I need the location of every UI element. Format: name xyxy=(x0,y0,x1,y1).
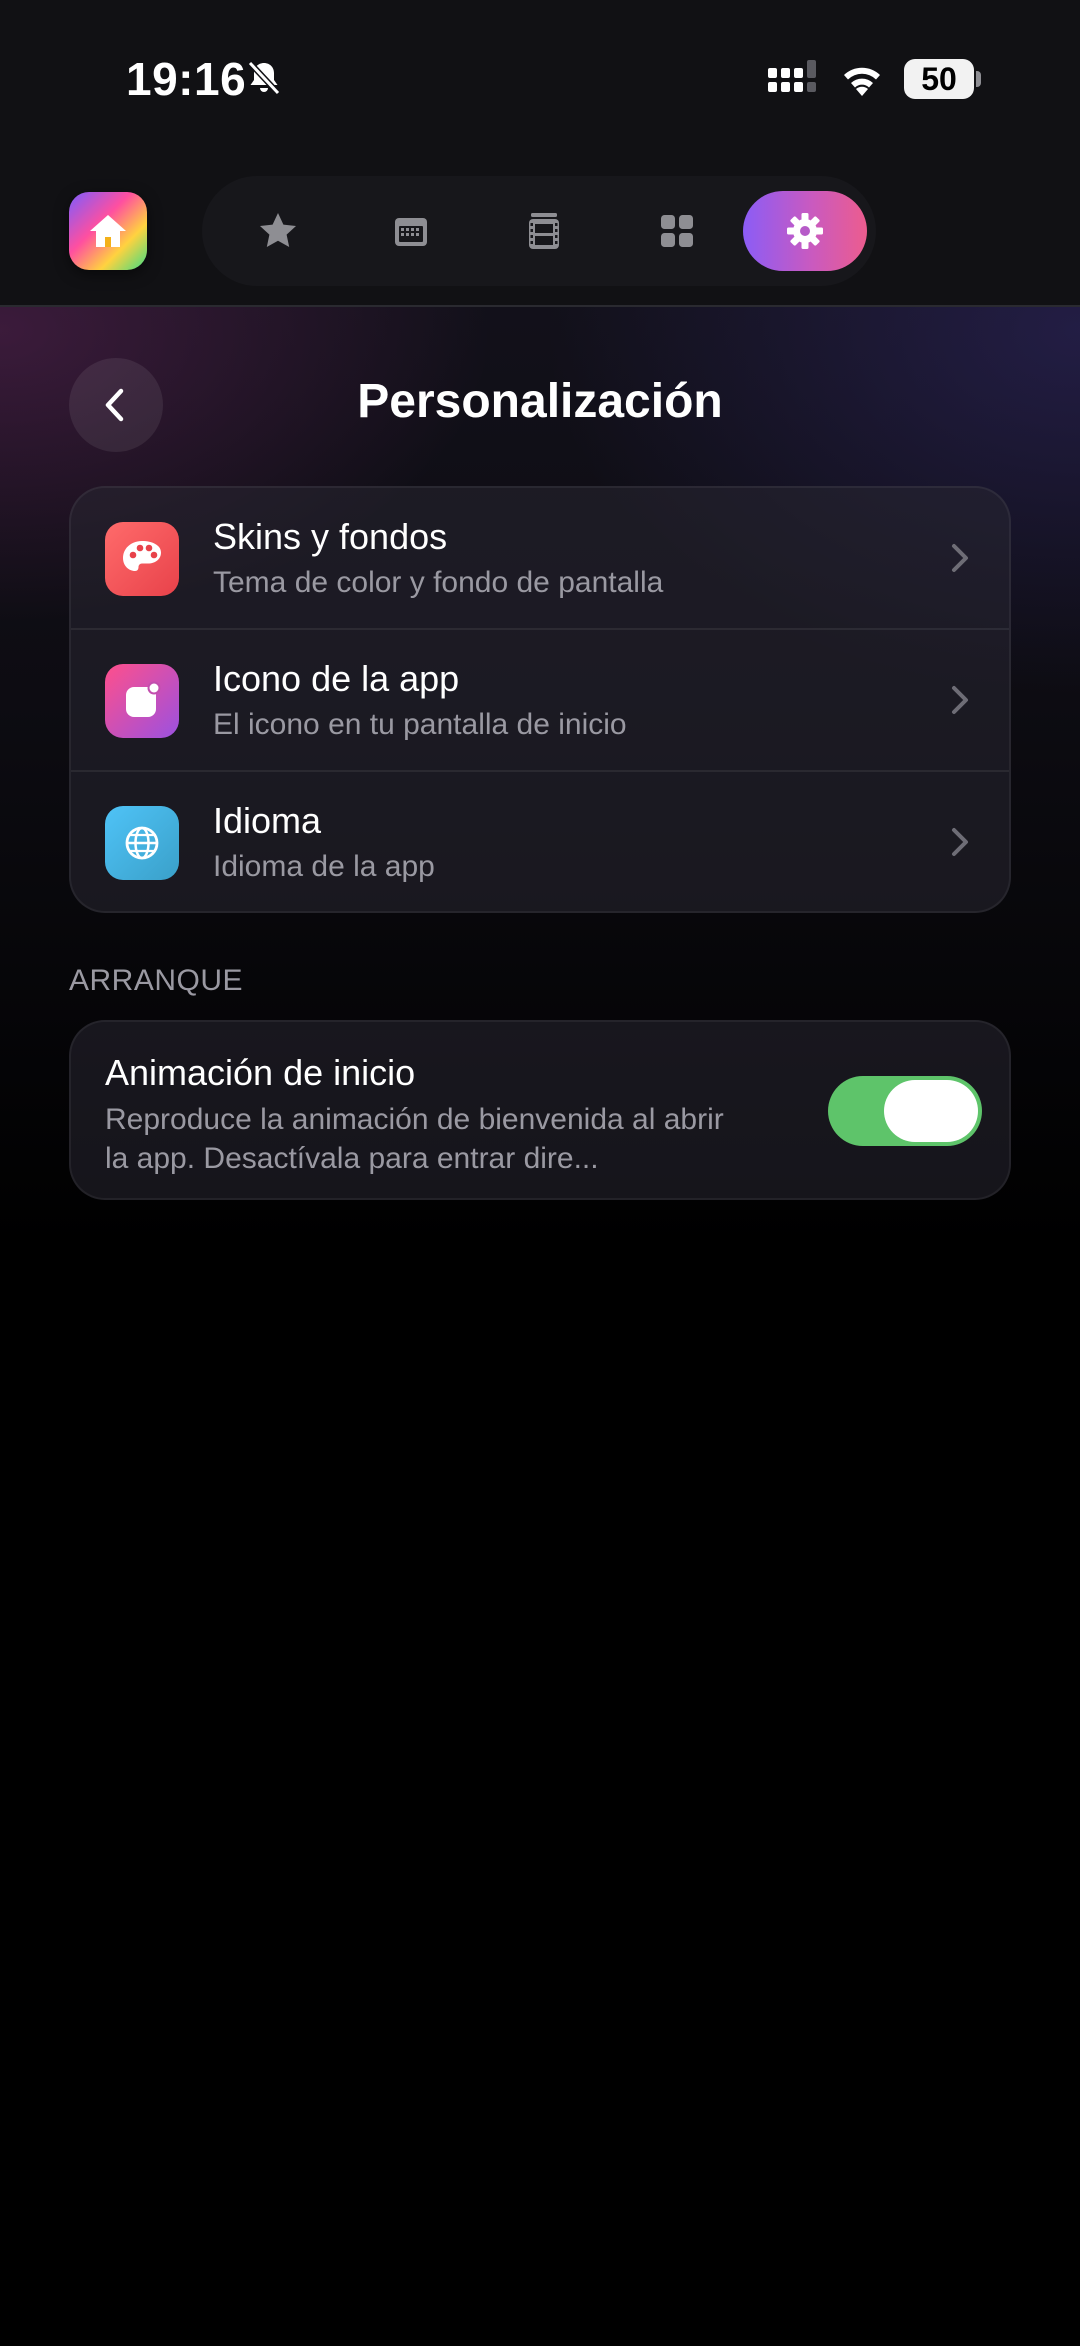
tab-settings[interactable] xyxy=(743,191,867,271)
top-bar: 19:16 50 xyxy=(0,0,1080,307)
startup-animation-card: Animación de inicio Reproduce la animaci… xyxy=(69,1020,1011,1200)
startup-animation-toggle[interactable] xyxy=(828,1076,982,1146)
app-icon-icon xyxy=(105,664,179,738)
language-subtitle: Idioma de la app xyxy=(213,850,435,883)
screen: 19:16 50 Personalización Skins y fondos … xyxy=(0,0,1080,2346)
language-title: Idioma xyxy=(213,800,322,841)
star-icon xyxy=(260,213,296,247)
app-icon-title: Icono de la app xyxy=(213,658,460,699)
film-icon xyxy=(529,213,559,249)
house-icon xyxy=(90,215,126,247)
tab-grid[interactable] xyxy=(638,192,716,270)
grid-icon xyxy=(661,215,693,247)
skins-subtitle: Tema de color y fondo de pantalla xyxy=(213,566,664,599)
settings-item-skins[interactable]: Skins y fondos Tema de color y fondo de … xyxy=(71,488,1009,630)
wifi-icon xyxy=(844,67,880,96)
tab-bar xyxy=(202,176,876,286)
gear-icon xyxy=(787,213,823,249)
toggle-knob xyxy=(884,1080,978,1142)
status-time: 19:16 xyxy=(126,53,247,105)
startup-animation-subtitle: Reproduce la animación de bienvenida al … xyxy=(105,1103,724,1175)
calendar-icon xyxy=(395,218,427,246)
bell-off-icon xyxy=(247,60,281,96)
battery-nub xyxy=(976,71,981,87)
startup-animation-title: Animación de inicio xyxy=(105,1052,416,1093)
skins-title: Skins y fondos xyxy=(213,516,448,557)
palette-icon xyxy=(105,522,179,596)
settings-list: Skins y fondos Tema de color y fondo de … xyxy=(69,486,1011,913)
app-icon-subtitle: El icono en tu pantalla de inicio xyxy=(213,708,627,741)
section-label-startup: ARRANQUE xyxy=(69,964,244,997)
tab-favorites[interactable] xyxy=(239,192,317,270)
globe-icon xyxy=(105,806,179,880)
page-title: Personalización xyxy=(357,375,723,428)
signal-icon xyxy=(768,60,816,92)
tab-media[interactable] xyxy=(505,192,583,270)
battery-indicator: 50 xyxy=(904,59,974,99)
chevron-right-icon xyxy=(952,828,968,856)
chevron-right-icon xyxy=(952,686,968,714)
tab-calendar[interactable] xyxy=(372,192,450,270)
home-app-icon[interactable] xyxy=(69,192,147,270)
settings-item-language[interactable]: Idioma Idioma de la app xyxy=(71,772,1009,914)
settings-item-app-icon[interactable]: Icono de la app El icono en tu pantalla … xyxy=(71,630,1009,772)
chevron-right-icon xyxy=(952,544,968,572)
